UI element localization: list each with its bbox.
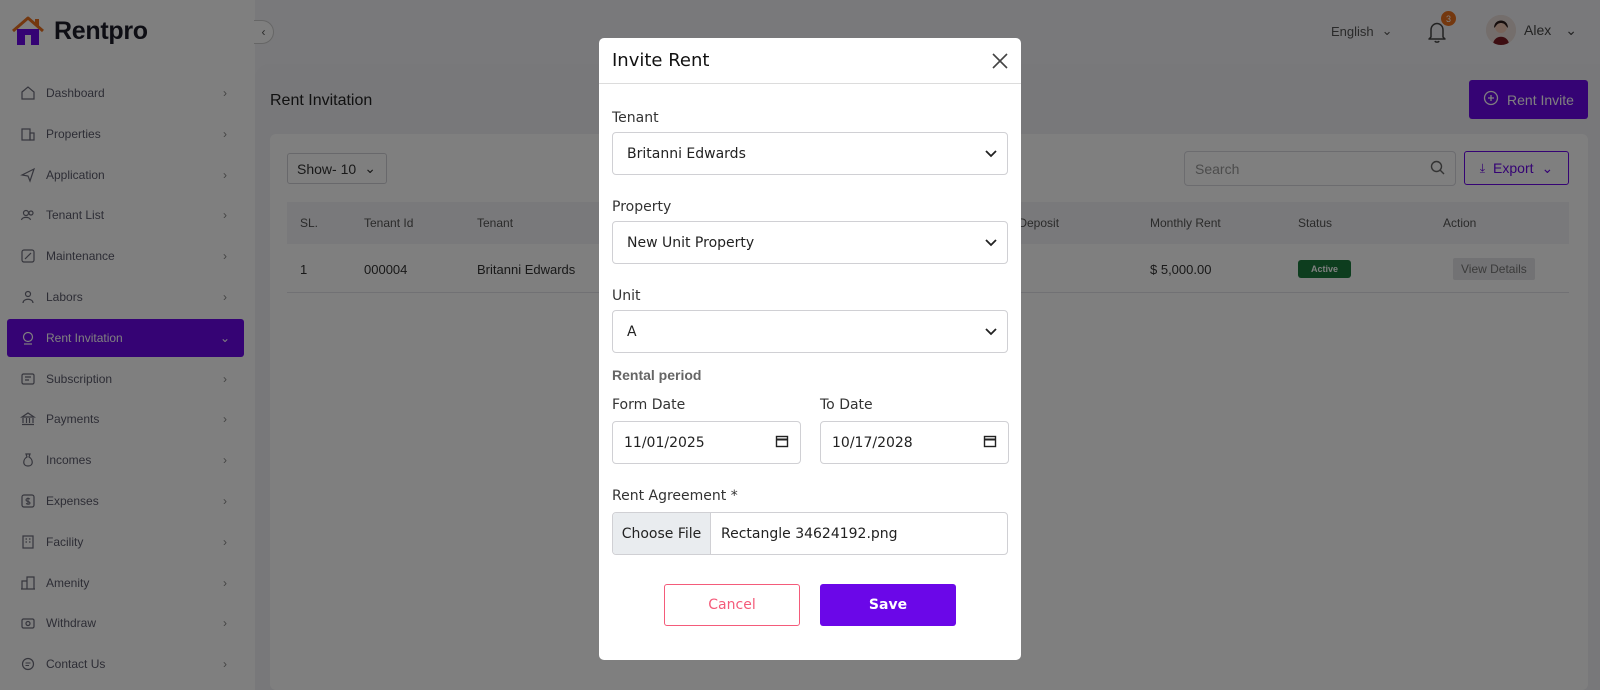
unit-select[interactable]: A <box>612 310 1008 353</box>
rent-agreement-label: Rent Agreement * <box>612 488 738 504</box>
from-date-input[interactable]: 11/01/2025 <box>612 421 801 464</box>
tenant-value: Britanni Edwards <box>627 145 746 162</box>
save-button[interactable]: Save <box>820 584 956 626</box>
to-date-label: To Date <box>820 397 873 413</box>
tenant-label: Tenant <box>612 110 659 126</box>
property-value: New Unit Property <box>627 234 755 251</box>
from-date-label: Form Date <box>612 397 686 413</box>
to-date-input[interactable]: 10/17/2028 <box>820 421 1009 464</box>
tenant-select[interactable]: Britanni Edwards <box>612 132 1008 175</box>
property-label: Property <box>612 199 672 215</box>
chevron-down-icon <box>985 324 997 340</box>
rental-period-label: Rental period <box>612 367 702 383</box>
to-date-value: 10/17/2028 <box>832 434 913 451</box>
modal-header: Invite Rent <box>599 38 1021 84</box>
cancel-button[interactable]: Cancel <box>664 584 800 626</box>
rent-agreement-file-input[interactable]: Choose File Rectangle 34624192.png <box>612 512 1008 555</box>
modal-title: Invite Rent <box>612 50 710 71</box>
calendar-icon <box>775 434 789 452</box>
unit-value: A <box>627 323 637 340</box>
from-date-value: 11/01/2025 <box>624 434 705 451</box>
close-icon[interactable] <box>991 52 1009 70</box>
file-name: Rectangle 34624192.png <box>721 525 898 542</box>
unit-label: Unit <box>612 288 641 304</box>
chevron-down-icon <box>985 235 997 251</box>
chevron-down-icon <box>985 146 997 162</box>
invite-rent-modal: Invite Rent Tenant Britanni Edwards Prop… <box>599 38 1021 660</box>
calendar-icon <box>983 434 997 452</box>
property-select[interactable]: New Unit Property <box>612 221 1008 264</box>
choose-file-button[interactable]: Choose File <box>613 513 711 554</box>
